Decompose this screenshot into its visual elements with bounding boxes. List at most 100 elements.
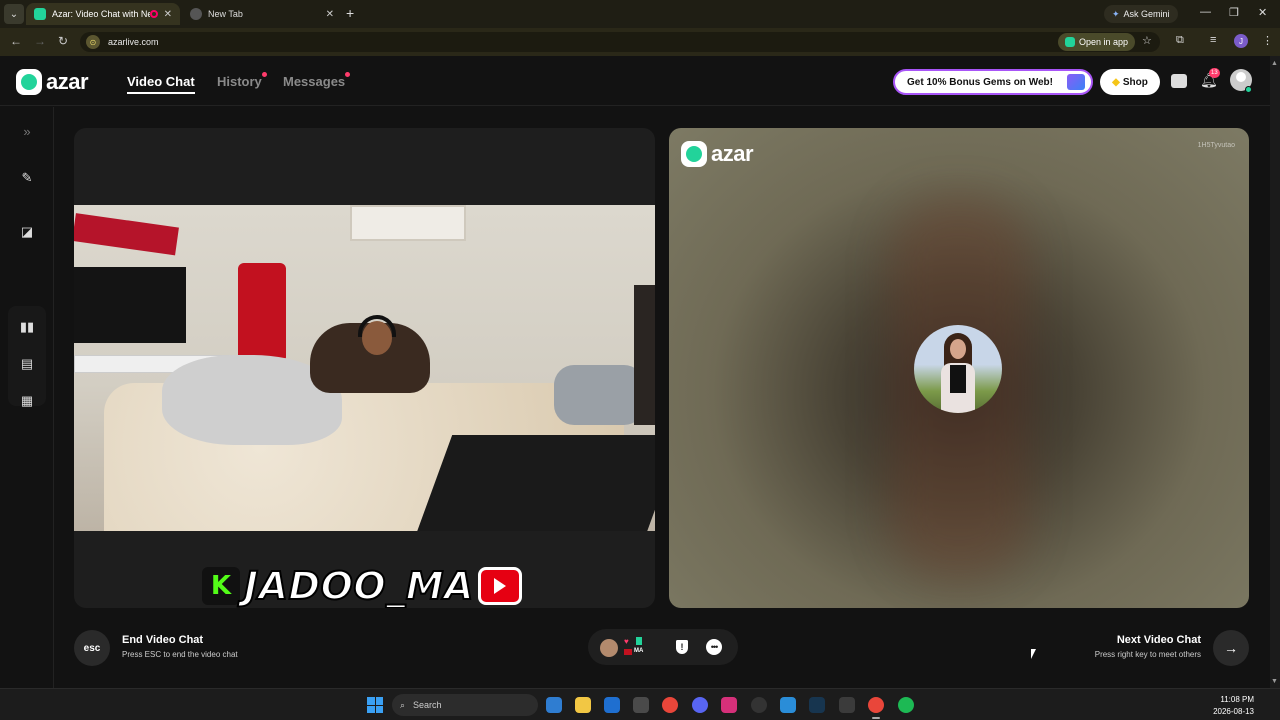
scroll-up-icon[interactable]: ▲: [1271, 60, 1278, 67]
spotify-icon[interactable]: [898, 697, 914, 713]
end-chat-hint: Press ESC to end the video chat: [122, 650, 238, 659]
clock-time: 11:08 PM: [1220, 695, 1254, 704]
layout-stacked-icon[interactable]: ▤: [18, 355, 36, 373]
chat-bubble-icon[interactable]: •••: [706, 639, 722, 655]
chrome-favicon-icon: [190, 8, 202, 20]
remote-user-id: 1H5Tyvutao: [1197, 142, 1235, 149]
report-shield-icon[interactable]: !: [676, 640, 688, 654]
browser-menu-icon[interactable]: ⋮: [1262, 34, 1273, 47]
remote-video-panel: azar 1H5Tyvutao: [669, 128, 1249, 608]
store-app-icon[interactable]: [633, 697, 649, 713]
local-camera-feed: [74, 205, 655, 531]
mouse-cursor-icon: [1031, 649, 1041, 659]
extensions-icon[interactable]: ⧉: [1176, 34, 1184, 47]
tab-new-tab[interactable]: New Tab ✕: [182, 3, 342, 25]
open-in-app-button[interactable]: Open in app: [1058, 33, 1136, 51]
left-sidebar: » ✎ ◪ ▮▮ ▤ ▦: [0, 107, 54, 688]
magic-wand-icon[interactable]: ✎: [18, 169, 36, 187]
tab-title: Azar: Video Chat with New: [52, 9, 150, 19]
layout-grid-icon[interactable]: ▦: [18, 392, 36, 410]
tab-azar[interactable]: Azar: Video Chat with New ✕: [26, 3, 180, 25]
media-controls-icon[interactable]: ≡: [1210, 34, 1216, 46]
filter-icon[interactable]: ◪: [18, 223, 36, 241]
chrome-icon[interactable]: [662, 697, 678, 713]
nav-video-chat[interactable]: Video Chat: [127, 74, 195, 94]
obs-icon[interactable]: [751, 697, 767, 713]
azar-favicon-icon: [34, 8, 46, 20]
center-actions: ♥ MA ! •••: [588, 629, 738, 665]
end-chat-button[interactable]: esc: [74, 630, 110, 666]
match-mini-avatar[interactable]: [600, 639, 618, 657]
scroll-down-icon[interactable]: ▼: [1271, 678, 1278, 685]
store-icon[interactable]: [1171, 74, 1187, 88]
gift-box-icon: [1067, 74, 1085, 90]
recording-indicator-icon: [149, 10, 158, 18]
taskbar-search[interactable]: ⌕ Search: [392, 694, 538, 716]
nav-messages[interactable]: Messages: [283, 74, 345, 89]
instagram-icon[interactable]: [721, 697, 737, 713]
gemini-sparkle-icon: ✦: [1112, 8, 1120, 19]
steam-icon[interactable]: [809, 697, 825, 713]
windows-start-icon[interactable]: [367, 697, 383, 713]
history-notification-dot: [262, 72, 267, 77]
gem-icon: ◆: [1112, 76, 1120, 88]
photos-app-icon[interactable]: [546, 697, 562, 713]
close-tab-icon[interactable]: ✕: [326, 9, 334, 20]
azar-logo-icon: [16, 69, 42, 95]
new-tab-button[interactable]: +: [346, 5, 354, 21]
capcut-icon[interactable]: [839, 697, 855, 713]
open-in-app-label: Open in app: [1079, 37, 1129, 47]
azar-app-icon: [1065, 37, 1075, 47]
page-scrollbar[interactable]: [1270, 56, 1280, 688]
expand-sidebar-icon[interactable]: »: [18, 122, 36, 140]
shop-button[interactable]: ◆ Shop: [1100, 69, 1160, 95]
next-chat-button[interactable]: →: [1213, 630, 1249, 666]
browser-tab-bar: ⌄ Azar: Video Chat with New ✕ New Tab ✕ …: [0, 0, 1280, 28]
remote-azar-watermark: azar: [681, 141, 754, 167]
layout-side-by-side-icon[interactable]: ▮▮: [18, 318, 36, 336]
azar-logo[interactable]: azar: [16, 69, 89, 95]
youtube-logo-icon: [477, 567, 522, 605]
tab-search-button[interactable]: ⌄: [4, 4, 24, 24]
nav-history[interactable]: History: [217, 74, 262, 89]
discord-icon[interactable]: [692, 697, 708, 713]
azar-logo-icon: [681, 141, 707, 167]
bonus-gems-button[interactable]: Get 10% Bonus Gems on Web!: [893, 69, 1093, 95]
chrome-active-icon[interactable]: [868, 697, 884, 713]
bookmark-star-icon[interactable]: ☆: [1142, 34, 1152, 47]
search-icon: ⌕: [400, 699, 406, 710]
restore-icon[interactable]: ❐: [1229, 6, 1239, 19]
azar-page: azar Video Chat History Messages Get 10%…: [0, 56, 1270, 688]
site-info-icon[interactable]: ⊙: [86, 35, 100, 49]
close-window-icon[interactable]: ✕: [1258, 6, 1267, 19]
azar-watermark-text: azar: [711, 141, 754, 166]
end-chat-title: End Video Chat: [122, 634, 204, 646]
messages-notification-dot: [345, 72, 350, 77]
address-bar[interactable]: ⊙ azarlive.com: [80, 32, 1160, 52]
streamer-overlay: K JADOO_MA: [202, 563, 522, 608]
azar-logo-text: azar: [46, 69, 89, 94]
heart-icon: ♥: [624, 637, 629, 646]
file-explorer-icon[interactable]: [575, 697, 591, 713]
tab-title: New Tab: [208, 9, 243, 19]
reload-icon[interactable]: ↻: [58, 34, 68, 48]
back-arrow-icon[interactable]: ←: [10, 34, 22, 48]
match-profile-photo: [914, 325, 1002, 413]
minimize-icon[interactable]: —: [1200, 6, 1211, 18]
url-text: azarlive.com: [108, 37, 159, 47]
next-chat-hint: Press right key to meet others: [1094, 650, 1201, 659]
bonus-gems-label: Get 10% Bonus Gems on Web!: [907, 76, 1053, 88]
ask-gemini-button[interactable]: ✦ Ask Gemini: [1104, 5, 1178, 23]
profile-avatar[interactable]: J: [1234, 34, 1248, 48]
windows-taskbar: ⌕ Search 11:08 PM 2026-08-13: [0, 688, 1280, 720]
outlook-icon[interactable]: [604, 697, 620, 713]
app-icon[interactable]: [780, 697, 796, 713]
streamer-name: JADOO_MA: [243, 563, 474, 608]
system-clock[interactable]: 11:08 PM 2026-08-13: [1213, 694, 1254, 718]
clock-date: 2026-08-13: [1213, 707, 1254, 716]
close-tab-icon[interactable]: ✕: [164, 9, 172, 20]
shop-label: Shop: [1122, 76, 1148, 88]
forward-arrow-icon[interactable]: →: [34, 34, 46, 48]
kick-logo-icon: K: [202, 567, 240, 605]
top-navigation: azar Video Chat History Messages Get 10%…: [0, 56, 1270, 106]
